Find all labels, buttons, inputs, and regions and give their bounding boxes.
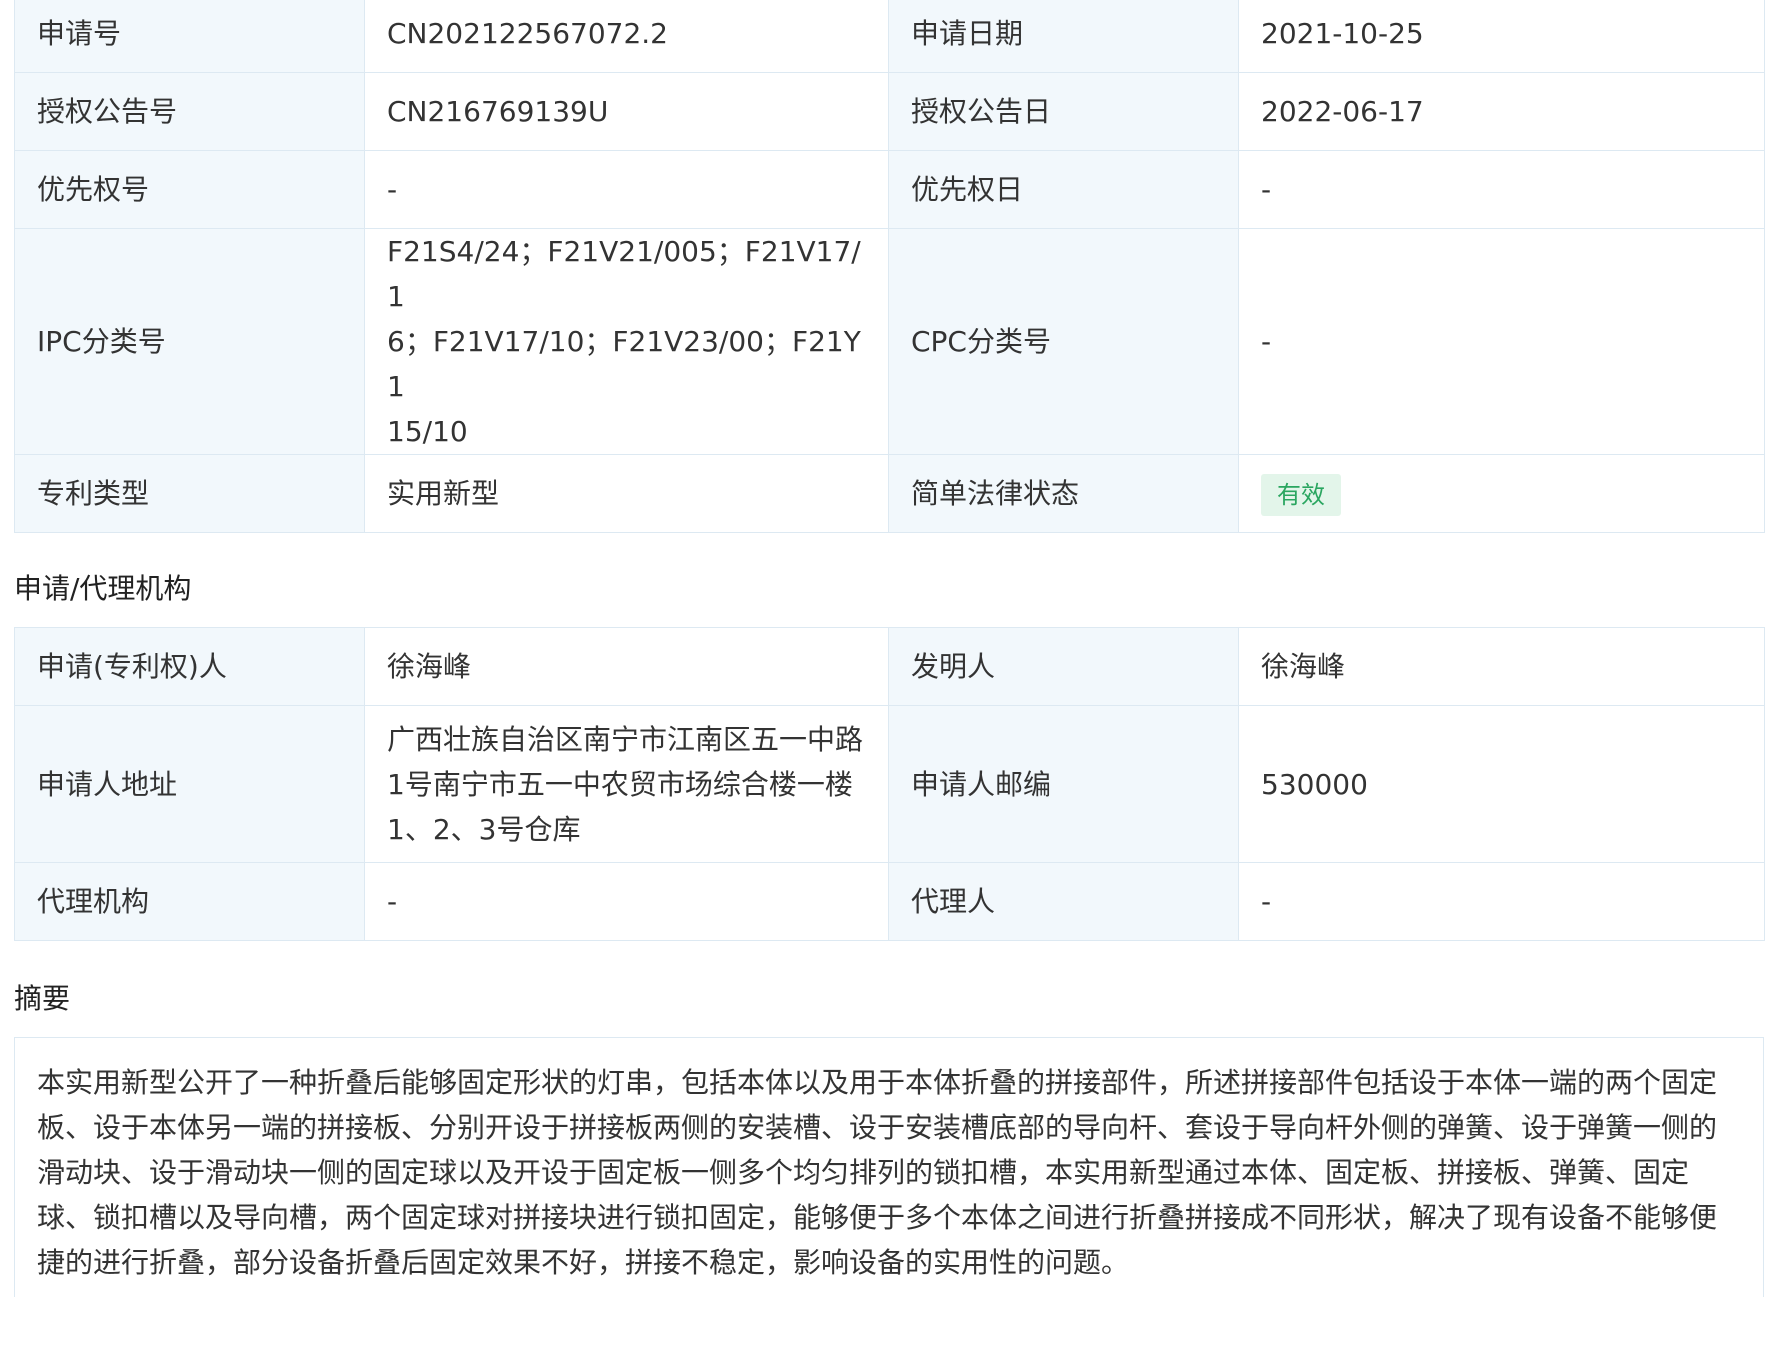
agency-label: 代理机构 <box>14 862 365 941</box>
inventor-value: 徐海峰 <box>1238 627 1765 706</box>
agent-value: - <box>1238 862 1765 941</box>
applicant-postcode-value: 530000 <box>1238 705 1765 863</box>
applicant-postcode-label: 申请人邮编 <box>888 705 1239 863</box>
cpc-value: - <box>1238 228 1765 455</box>
agent-label: 代理人 <box>888 862 1239 941</box>
applicant-label: 申请(专利权)人 <box>14 627 365 706</box>
abstract-section-title: 摘要 <box>14 982 71 1015</box>
grant-date-label: 授权公告日 <box>888 72 1239 151</box>
abstract-line: 本实用新型公开了一种折叠后能够固定形状的灯串，包括本体以及用于本体折叠的拼接部件… <box>37 1066 1718 1099</box>
applicant-address-value: 广西壮族自治区南宁市江南区五一中路 1号南宁市五一中农贸市场综合楼一楼 1、2、… <box>364 705 889 863</box>
agency-value: - <box>364 862 889 941</box>
table-row: 专利类型 实用新型 简单法律状态 有效 <box>14 454 1765 533</box>
table-row: 申请号 CN202122567072.2 申请日期 2021-10-25 <box>14 0 1765 73</box>
table-row: 授权公告号 CN216769139U 授权公告日 2022-06-17 <box>14 72 1765 151</box>
patent-detail-page: 申请号 CN202122567072.2 申请日期 2021-10-25 授权公… <box>14 0 1765 1297</box>
inventor-label: 发明人 <box>888 627 1239 706</box>
priority-date-label: 优先权日 <box>888 150 1239 229</box>
address-line: 1、2、3号仓库 <box>387 812 581 846</box>
patent-type-label: 专利类型 <box>14 454 365 533</box>
application-date-label: 申请日期 <box>888 0 1239 73</box>
application-number-value: CN202122567072.2 <box>364 0 889 73</box>
agency-table: 申请(专利权)人 徐海峰 发明人 徐海峰 申请人地址 广西壮族自治区南宁市江南区… <box>14 627 1765 941</box>
table-row: IPC分类号 F21S4/24；F21V21/005；F21V17/1 6；F2… <box>14 228 1765 455</box>
grant-number-value: CN216769139U <box>364 72 889 151</box>
priority-number-value: - <box>364 150 889 229</box>
priority-number-label: 优先权号 <box>14 150 365 229</box>
application-date-value: 2021-10-25 <box>1238 0 1765 73</box>
address-line: 广西壮族自治区南宁市江南区五一中路 <box>387 722 864 756</box>
application-number-label: 申请号 <box>14 0 365 73</box>
ipc-line: 15/10 <box>387 415 468 448</box>
table-row: 申请人地址 广西壮族自治区南宁市江南区五一中路 1号南宁市五一中农贸市场综合楼一… <box>14 705 1765 863</box>
legal-status-label: 简单法律状态 <box>888 454 1239 533</box>
priority-date-value: - <box>1238 150 1765 229</box>
applicant-address-label: 申请人地址 <box>14 705 365 863</box>
abstract-line: 球、锁扣槽以及导向槽，两个固定球对拼接块进行锁扣固定，能够便于多个本体之间进行折… <box>37 1201 1718 1234</box>
basic-info-table: 申请号 CN202122567072.2 申请日期 2021-10-25 授权公… <box>14 0 1765 533</box>
ipc-line: F21S4/24；F21V21/005；F21V17/1 <box>387 235 861 313</box>
abstract-line: 滑动块、设于滑动块一侧的固定球以及开设于固定板一侧多个均匀排列的锁扣槽，本实用新… <box>37 1156 1690 1189</box>
agency-section-title: 申请/代理机构 <box>14 572 192 605</box>
legal-status-value: 有效 <box>1238 454 1765 533</box>
ipc-value: F21S4/24；F21V21/005；F21V17/1 6；F21V17/10… <box>364 228 889 455</box>
cpc-label: CPC分类号 <box>888 228 1239 455</box>
address-line: 1号南宁市五一中农贸市场综合楼一楼 <box>387 767 853 801</box>
abstract-line: 板、设于本体另一端的拼接板、分别开设于拼接板两侧的安装槽、设于安装槽底部的导向杆… <box>37 1111 1718 1144</box>
table-row: 申请(专利权)人 徐海峰 发明人 徐海峰 <box>14 627 1765 706</box>
status-badge: 有效 <box>1261 474 1341 516</box>
abstract-line: 捷的进行折叠，部分设备折叠后固定效果不好，拼接不稳定，影响设备的实用性的问题。 <box>37 1246 1130 1279</box>
ipc-line: 6；F21V17/10；F21V23/00；F21Y1 <box>387 325 861 403</box>
applicant-value: 徐海峰 <box>364 627 889 706</box>
patent-type-value: 实用新型 <box>364 454 889 533</box>
ipc-label: IPC分类号 <box>14 228 365 455</box>
grant-date-value: 2022-06-17 <box>1238 72 1765 151</box>
table-row: 代理机构 - 代理人 - <box>14 862 1765 941</box>
abstract-text: 本实用新型公开了一种折叠后能够固定形状的灯串，包括本体以及用于本体折叠的拼接部件… <box>14 1037 1764 1297</box>
grant-number-label: 授权公告号 <box>14 72 365 151</box>
table-row: 优先权号 - 优先权日 - <box>14 150 1765 229</box>
